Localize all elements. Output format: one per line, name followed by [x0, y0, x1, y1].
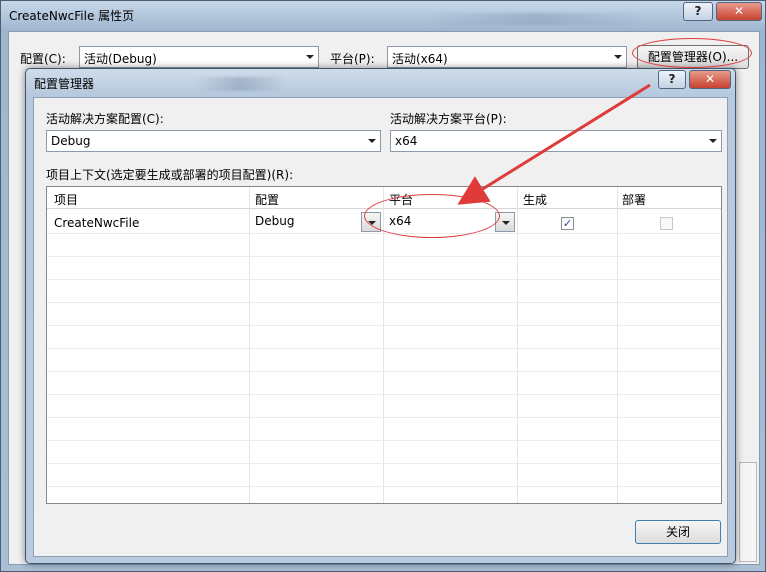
close-icon[interactable]: ✕ [689, 70, 731, 89]
row-divider [47, 440, 721, 441]
row-divider [47, 279, 721, 280]
column-divider [383, 187, 384, 503]
config-select[interactable]: 活动(Debug) [79, 46, 319, 68]
close-icon[interactable]: ✕ [716, 2, 762, 21]
row-config-value: Debug [255, 214, 295, 228]
chevron-down-icon [614, 55, 622, 59]
row-divider [47, 233, 721, 234]
row-platform-value: x64 [389, 214, 412, 228]
background-panel [739, 462, 757, 562]
row-divider [47, 394, 721, 395]
help-icon[interactable]: ? [658, 70, 686, 89]
column-build[interactable]: 生成 [523, 191, 547, 208]
row-divider [47, 417, 721, 418]
column-config[interactable]: 配置 [255, 191, 279, 208]
project-name: CreateNwcFile [54, 216, 140, 230]
config-label: 配置(C): [20, 52, 66, 66]
row-divider [47, 486, 721, 487]
column-divider [617, 187, 618, 503]
row-platform-dropdown[interactable] [495, 212, 515, 232]
help-icon[interactable]: ? [683, 2, 713, 21]
title-bar-blur [421, 13, 651, 25]
title-bar-blur [196, 77, 286, 91]
chevron-down-icon [709, 139, 717, 143]
row-divider [47, 325, 721, 326]
dialog-body: 活动解决方案配置(C): Debug 活动解决方案平台(P): x64 项目上下… [33, 97, 728, 557]
project-config-grid: 项目 配置 平台 生成 部署 CreateNwcFile Debug x64 ✓ [46, 186, 722, 504]
row-divider [47, 256, 721, 257]
column-project[interactable]: 项目 [54, 191, 78, 208]
row-divider [47, 371, 721, 372]
platform-label: 平台(P): [330, 52, 375, 66]
chevron-down-icon [306, 55, 314, 59]
chevron-down-icon [368, 139, 376, 143]
active-config-value: Debug [51, 134, 91, 148]
column-divider [517, 187, 518, 503]
grid-header: 项目 配置 平台 生成 部署 [47, 187, 721, 209]
column-divider [249, 187, 250, 503]
config-select-value: 活动(Debug) [84, 52, 157, 66]
row-divider [47, 463, 721, 464]
active-platform-value: x64 [395, 134, 418, 148]
build-checkbox[interactable]: ✓ [561, 217, 574, 230]
active-platform-select[interactable]: x64 [390, 130, 722, 152]
active-platform-label: 活动解决方案平台(P): [390, 112, 507, 126]
platform-select[interactable]: 活动(x64) [387, 46, 627, 68]
window-title: CreateNwcFile 属性页 [9, 9, 135, 23]
row-config-dropdown[interactable] [361, 212, 381, 232]
row-divider [47, 302, 721, 303]
project-context-label: 项目上下文(选定要生成或部署的项目配置)(R): [46, 168, 294, 182]
close-button[interactable]: 关闭 [635, 520, 721, 544]
row-divider [47, 348, 721, 349]
column-platform[interactable]: 平台 [389, 191, 413, 208]
dialog-title: 配置管理器 [34, 77, 95, 91]
deploy-checkbox [660, 217, 673, 230]
config-manager-button[interactable]: 配置管理器(O)... [637, 45, 749, 69]
active-config-label: 活动解决方案配置(C): [46, 112, 164, 126]
config-manager-dialog: 配置管理器 ? ✕ 活动解决方案配置(C): Debug 活动解决方案平台(P)… [25, 68, 736, 564]
column-deploy[interactable]: 部署 [622, 191, 646, 208]
active-config-select[interactable]: Debug [46, 130, 381, 152]
platform-select-value: 活动(x64) [392, 52, 448, 66]
